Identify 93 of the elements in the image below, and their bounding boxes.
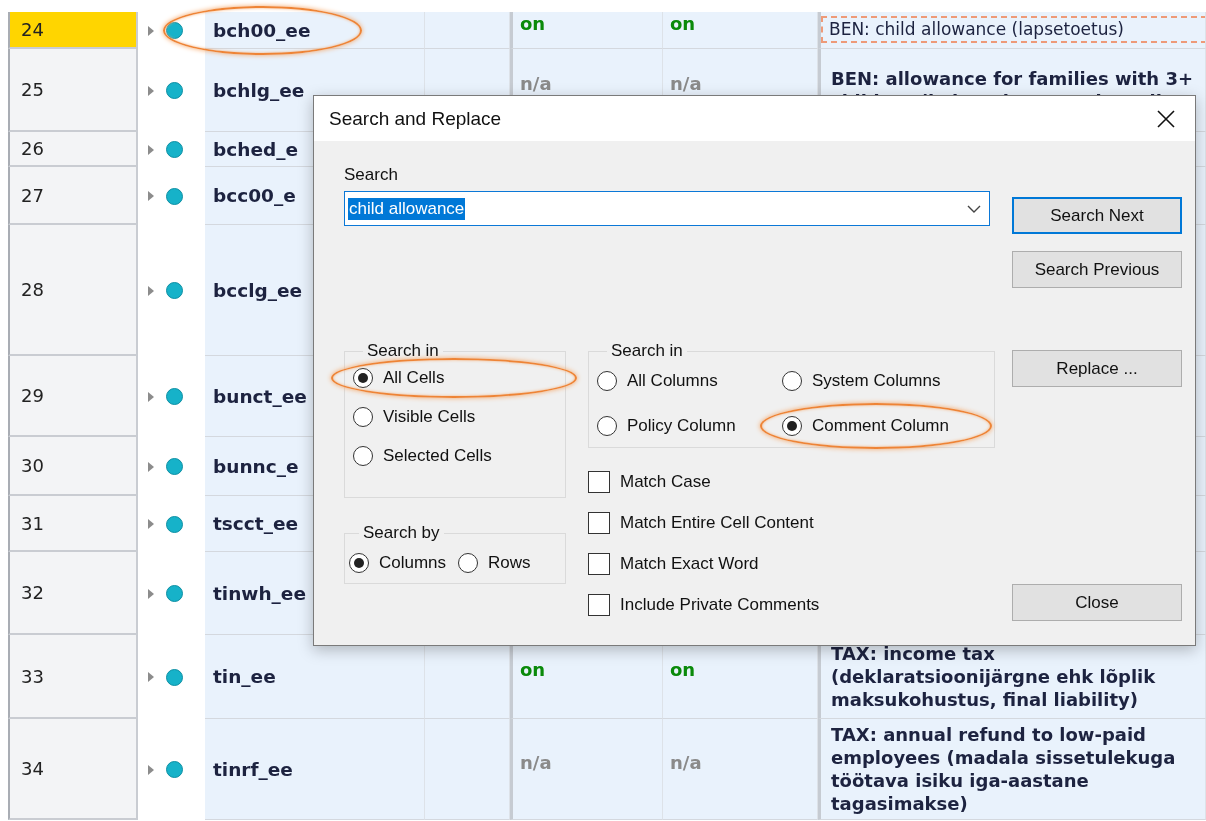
comment-text: BEN: child allowance (lapsetoetus) (821, 15, 1205, 43)
expand-caret-icon[interactable] (148, 588, 154, 599)
status-dot-icon (166, 187, 183, 205)
switch-value: n/a (669, 751, 702, 773)
radio-button[interactable] (458, 553, 479, 573)
radio-button[interactable] (782, 416, 802, 436)
dialog-button[interactable]: Replace ... (1012, 350, 1182, 387)
status-dot-icon (166, 761, 183, 778)
expand-caret-icon[interactable] (148, 25, 154, 36)
radio-button[interactable] (353, 368, 373, 388)
dialog-button[interactable]: Search Previous (1012, 251, 1182, 288)
search-combobox[interactable]: child allowance (344, 191, 990, 226)
comment-text: TAX: income tax (deklaratsioonijärgne ehk lõplik maksukohustus, final liability) (831, 642, 1157, 711)
function-name: bchlg_ee (213, 79, 305, 101)
radio-option[interactable]: Selected Cells (353, 446, 492, 466)
status-dot-icon (166, 668, 183, 686)
row-number[interactable]: 31 (8, 496, 138, 552)
expand-caret-icon[interactable] (148, 144, 154, 155)
radio-option[interactable]: Comment Column (782, 413, 949, 439)
expand-caret-icon[interactable] (148, 519, 154, 529)
switch-value: n/a (669, 72, 702, 94)
switch-value: on (669, 659, 696, 680)
expand-caret-icon[interactable] (148, 191, 154, 201)
expand-caret-icon[interactable] (148, 461, 154, 472)
switch-value: on (519, 659, 546, 680)
chevron-down-icon[interactable] (967, 204, 981, 213)
switch-value: n/a (519, 72, 552, 94)
checkbox[interactable] (588, 471, 610, 493)
radio-option[interactable]: All Columns (597, 368, 718, 394)
status-dot-icon (166, 82, 183, 99)
function-name: bcclg_ee (213, 279, 303, 301)
radio-button[interactable] (353, 407, 373, 427)
close-icon[interactable] (1157, 109, 1175, 128)
row-number[interactable]: 30 (8, 437, 138, 496)
radio-option[interactable]: Visible Cells (353, 407, 476, 427)
function-name: tin_ee (213, 666, 276, 687)
expand-caret-icon[interactable] (148, 672, 154, 682)
row-number[interactable]: 29 (8, 356, 138, 437)
status-dot-icon (166, 585, 183, 602)
status-dot-icon (166, 141, 183, 158)
status-dot-icon (166, 515, 183, 533)
comment-text: TAX: annual refund to low-paid employees (madala sissetulekuga töötava isiku iga-aastane tagasimakse) (831, 723, 1177, 815)
checkbox-option[interactable]: Match Entire Cell Content (588, 512, 995, 534)
group-title: Search by (362, 523, 441, 543)
dialog-button[interactable]: Close (1012, 584, 1182, 621)
radio-button[interactable] (597, 371, 617, 391)
function-name: bunnc_e (213, 455, 299, 477)
function-name: bcc00_e (213, 185, 296, 206)
function-name: tscct_ee (213, 513, 298, 534)
radio-option[interactable]: Columns (349, 547, 447, 579)
radio-option[interactable]: Rows (458, 547, 531, 579)
checkbox[interactable] (588, 594, 610, 616)
radio-option[interactable]: System Columns (782, 368, 941, 394)
checkbox-option[interactable]: Include Private Comments (588, 594, 995, 616)
status-dot-icon (166, 388, 183, 405)
dialog-button[interactable]: Search Next (1012, 197, 1182, 234)
status-dot-icon (166, 458, 183, 475)
switch-value: on (669, 12, 696, 34)
row-number[interactable]: 24 (8, 12, 138, 49)
group-title: Search in (610, 341, 684, 361)
function-name: bunct_ee (213, 385, 307, 407)
switch-value: n/a (519, 751, 552, 773)
row-number[interactable]: 32 (8, 552, 138, 635)
checkbox[interactable] (588, 553, 610, 575)
radio-option[interactable]: All Cells (353, 368, 445, 388)
row-number[interactable]: 26 (8, 132, 138, 167)
checkbox[interactable] (588, 512, 610, 534)
row-number[interactable]: 25 (8, 49, 138, 132)
status-dot-icon (166, 282, 183, 299)
dialog-title: Search and Replace (329, 107, 502, 130)
function-name: bch00_ee (213, 19, 311, 41)
radio-button[interactable] (353, 446, 373, 466)
radio-option[interactable]: Policy Column (597, 413, 736, 439)
row-number[interactable]: 33 (8, 635, 138, 719)
expand-caret-icon[interactable] (148, 764, 154, 775)
search-label: Search (344, 165, 399, 185)
expand-caret-icon[interactable] (148, 85, 154, 96)
radio-button[interactable] (349, 553, 369, 573)
row-number[interactable]: 34 (8, 719, 138, 820)
function-name: tinrf_ee (213, 758, 293, 780)
radio-button[interactable] (597, 416, 617, 436)
function-name: bched_e (213, 138, 298, 160)
group-title: Search in (366, 341, 440, 361)
expand-caret-icon[interactable] (148, 391, 154, 402)
checkbox-option[interactable]: Match Case (588, 471, 995, 493)
checkbox-option[interactable]: Match Exact Word (588, 553, 995, 575)
status-dot-icon (166, 22, 183, 39)
radio-button[interactable] (782, 371, 802, 391)
function-name: tinwh_ee (213, 582, 306, 604)
expand-caret-icon[interactable] (148, 285, 154, 296)
switch-value: on (519, 12, 546, 34)
row-number[interactable]: 27 (8, 167, 138, 225)
row-number[interactable]: 28 (8, 225, 138, 356)
